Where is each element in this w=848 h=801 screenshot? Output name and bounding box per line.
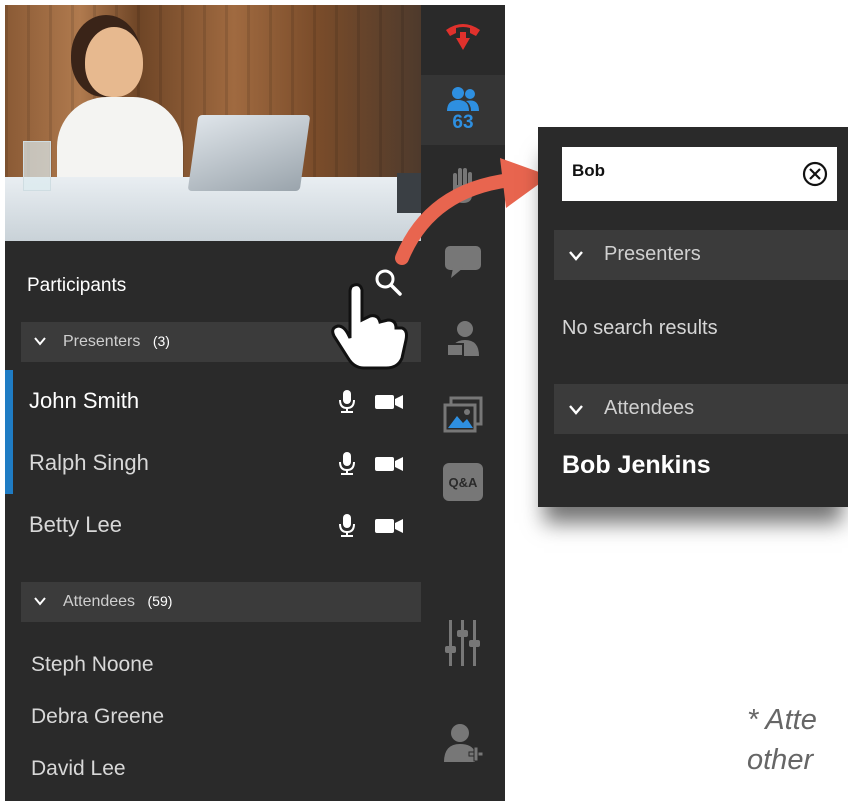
microphone-icon[interactable] (338, 452, 356, 476)
hang-up-icon (446, 24, 480, 50)
zoom-presenters-label: Presenters (604, 243, 701, 265)
microphone-icon[interactable] (338, 514, 356, 538)
chevron-down-icon (569, 405, 583, 415)
presenter-name: Betty Lee (29, 512, 122, 537)
presenter-row[interactable]: Ralph Singh (5, 432, 421, 494)
add-user-button[interactable] (421, 715, 505, 771)
attendee-name[interactable]: Debra Greene (31, 705, 164, 729)
search-result-name[interactable]: Bob Jenkins (562, 451, 711, 480)
camera-icon[interactable] (375, 456, 403, 472)
video-feed (5, 5, 421, 241)
no-results-text: No search results (562, 317, 718, 339)
laptop (187, 115, 311, 191)
participants-icon (447, 87, 479, 111)
zoom-presenters-header[interactable]: Presenters (554, 230, 848, 280)
hang-up-button[interactable] (421, 13, 505, 63)
active-indicator (5, 370, 13, 432)
participants-count-badge: 63 (452, 112, 474, 133)
chevron-down-icon (569, 251, 583, 261)
footnote-line-2: other (747, 744, 814, 776)
glass (23, 141, 51, 191)
attendee-name[interactable]: David Lee (31, 757, 126, 781)
add-user-icon (444, 724, 484, 762)
pointer-hand-icon (331, 283, 408, 370)
footnote-line-1: * Atte (747, 704, 817, 736)
camera-icon[interactable] (375, 394, 403, 410)
microphone-icon[interactable] (338, 390, 356, 414)
zoom-attendees-header[interactable]: Attendees (554, 384, 848, 434)
image-icon (443, 396, 483, 433)
share-screen-button[interactable] (421, 313, 505, 363)
audio-settings-button[interactable] (421, 615, 505, 671)
participants-button[interactable]: 63 (421, 75, 505, 145)
clear-icon[interactable] (802, 161, 828, 187)
presenter-name: John Smith (29, 388, 140, 413)
callout-arrow (395, 158, 550, 265)
toolbar: 63 Q&A (421, 5, 505, 801)
presenter-head (85, 27, 143, 97)
panel-title: Participants (27, 275, 127, 296)
search-field[interactable] (562, 147, 837, 201)
presenter-row[interactable]: John Smith (5, 370, 421, 432)
qa-icon: Q&A (443, 463, 483, 501)
presenter-name: Ralph Singh (29, 450, 149, 475)
chevron-down-icon (34, 597, 46, 606)
search-zoom-panel: Presenters No search results Attendees B… (538, 127, 848, 507)
image-button[interactable] (421, 390, 505, 440)
search-input[interactable] (572, 161, 772, 181)
attendee-name[interactable]: Steph Noone (31, 653, 154, 677)
footnote: * Atte other (747, 700, 848, 790)
presenters-label: Presenters (63, 333, 141, 350)
chevron-down-icon (34, 337, 46, 346)
attendees-group-header[interactable]: Attendees (59) (21, 582, 421, 622)
presenter-row[interactable]: Betty Lee (5, 494, 421, 556)
active-indicator (5, 432, 13, 494)
zoom-attendees-label: Attendees (604, 397, 695, 419)
presenters-count: (3) (152, 333, 170, 349)
participants-panel: Participants Presenters (3) John Smith R… (5, 5, 421, 801)
share-screen-icon (446, 321, 479, 357)
attendees-label: Attendees (63, 593, 136, 610)
attendees-count: (59) (147, 593, 173, 609)
camera-icon[interactable] (375, 518, 403, 534)
audio-settings-icon (445, 620, 480, 666)
qa-button[interactable]: Q&A (421, 457, 505, 507)
